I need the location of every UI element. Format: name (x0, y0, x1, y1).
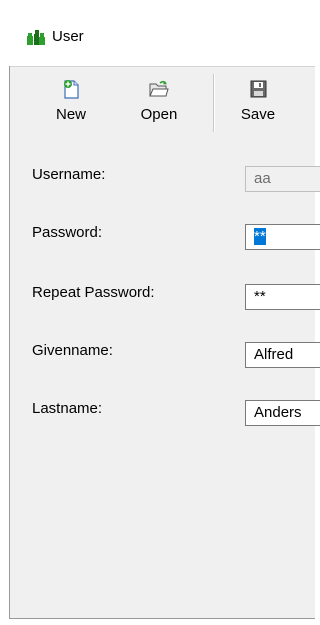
repeat-password-field[interactable]: ** (245, 284, 320, 310)
repeat-password-value: ** (254, 288, 266, 305)
new-file-icon (64, 80, 79, 99)
open-folder-icon (149, 80, 169, 97)
givenname-value: Alfred (254, 346, 294, 363)
save-button[interactable]: Save (236, 74, 280, 136)
save-disk-icon (250, 80, 267, 98)
username-field[interactable]: aa (245, 166, 320, 192)
new-button-label: New (55, 106, 86, 123)
user-group-icon (27, 30, 45, 45)
save-button-label: Save (240, 106, 276, 123)
toolbar-separator-highlight (214, 74, 215, 132)
password-field[interactable]: ** (245, 224, 320, 250)
username-label: Username: (32, 166, 106, 183)
new-button[interactable]: New (46, 74, 96, 136)
lastname-value: Anders (254, 404, 302, 421)
open-button[interactable]: Open (131, 74, 187, 136)
toolbar-divider (10, 66, 315, 67)
lastname-label: Lastname: (32, 400, 103, 417)
open-button-label: Open (140, 106, 178, 123)
lastname-field[interactable]: Anders (245, 400, 320, 426)
givenname-label: Givenname: (32, 342, 113, 359)
givenname-field[interactable]: Alfred (245, 342, 320, 368)
password-value: ** (254, 228, 266, 245)
title-bar[interactable]: User (0, 0, 315, 66)
password-label: Password: (32, 224, 103, 241)
window-title: User (52, 28, 84, 45)
username-value: aa (254, 170, 271, 187)
window-border-bottom (9, 618, 315, 619)
repeat-password-label: Repeat Password: (32, 284, 155, 301)
